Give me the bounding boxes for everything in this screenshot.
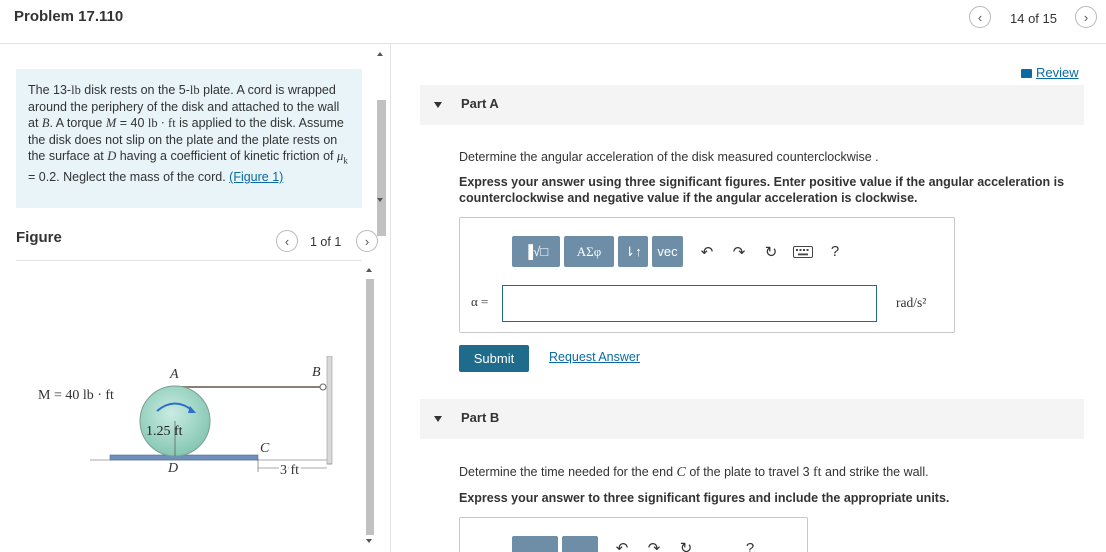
radius-label: 1.25 ft — [146, 424, 183, 439]
length-label: 3 ft — [280, 463, 299, 478]
greek-label: ΑΣφ — [576, 243, 602, 259]
part-a-answer-box: ▐√□ ΑΣφ ⇂↑ vec ↶ ↷ ↻ ? α = rad/s² — [459, 217, 955, 333]
part-b-question: Determine the time needed for the end C … — [459, 465, 929, 481]
label-b: B — [312, 365, 321, 380]
scroll-down-icon[interactable] — [377, 198, 383, 202]
problem-text: disk rests on the 5- — [80, 83, 190, 97]
keyboard-icon[interactable] — [791, 240, 815, 264]
part-a-instruction: Express your answer using three signific… — [459, 175, 1065, 205]
help-icon[interactable]: ? — [823, 240, 847, 264]
part-b-label: Part B — [461, 410, 500, 425]
divider — [16, 260, 362, 261]
problem-text: . A torque — [49, 116, 106, 130]
unit-lbft: lb · ft — [147, 116, 176, 130]
problem-text: having a coefficient of kinetic friction… — [116, 149, 337, 163]
attachment-point — [319, 383, 327, 391]
book-icon — [1021, 69, 1032, 78]
scroll-down-icon[interactable] — [366, 539, 372, 543]
wall — [326, 356, 333, 465]
figure-heading: Figure — [16, 229, 62, 246]
page-count: 14 of 15 — [1010, 11, 1057, 26]
scroll-thumb[interactable] — [377, 100, 386, 236]
part-b-header[interactable]: Part B — [420, 399, 1084, 439]
alpha-label: α = — [471, 294, 489, 309]
question-text: and strike the wall. — [821, 465, 929, 479]
label-d: D — [167, 461, 178, 476]
unit-ft: ft — [813, 465, 822, 480]
label-c: C — [260, 441, 270, 456]
vector-button[interactable]: vec — [652, 236, 683, 267]
problem-statement: The 13-lb disk rests on the 5-lb plate. … — [16, 69, 362, 208]
scroll-up-icon[interactable] — [366, 268, 372, 272]
part-b-instruction: Express your answer to three significant… — [459, 491, 950, 505]
problem-title: Problem 17.110 — [14, 8, 124, 25]
units-label: rad/s² — [896, 295, 927, 310]
redo-icon[interactable]: ↷ — [642, 536, 666, 552]
label-a: A — [169, 367, 179, 382]
part-b-answer-box: ↶ ↷ ↻ ? — [459, 517, 808, 552]
redo-icon[interactable]: ↷ — [727, 240, 751, 264]
unit-lb: lb — [71, 83, 81, 97]
part-a-question: Determine the angular acceleration of th… — [459, 150, 879, 164]
equation-toolbar: ▐√□ ΑΣφ ⇂↑ vec ↶ ↷ ↻ ? — [512, 236, 847, 267]
unit-lb: lb — [189, 83, 200, 97]
figure-count: 1 of 1 — [310, 235, 342, 249]
submit-button[interactable]: Submit — [459, 345, 529, 372]
chevron-left-icon: ‹ — [284, 233, 290, 249]
units-button[interactable] — [562, 536, 598, 552]
part-a-label: Part A — [461, 96, 499, 111]
collapse-triangle-icon — [434, 102, 442, 108]
undo-icon[interactable]: ↶ — [610, 536, 634, 552]
next-figure-button[interactable]: › — [356, 230, 378, 252]
reset-icon[interactable]: ↻ — [759, 240, 783, 264]
templates-icon: ▐√□ — [523, 244, 549, 259]
problem-scrollbar[interactable] — [374, 46, 386, 236]
reset-icon[interactable]: ↻ — [674, 536, 698, 552]
scroll-thumb[interactable] — [366, 279, 374, 535]
question-text: of the plate to travel 3 — [685, 465, 814, 479]
plate — [109, 454, 259, 461]
chevron-right-icon: › — [364, 233, 370, 249]
prev-problem-button[interactable]: ‹ — [969, 6, 991, 28]
torque-label: M = 40 lb · ft — [38, 388, 114, 403]
point-c: C — [676, 465, 686, 480]
keyboard-icon[interactable] — [706, 536, 730, 552]
help-icon[interactable]: ? — [738, 536, 762, 552]
chevron-right-icon: › — [1083, 9, 1089, 25]
arrows-icon: ⇂↑ — [624, 243, 642, 259]
angular-acceleration-input[interactable] — [502, 285, 877, 322]
point-d: D — [107, 149, 117, 163]
point-b: B — [41, 116, 50, 130]
figure-link[interactable]: (Figure 1) — [229, 170, 283, 184]
arrows-button[interactable]: ⇂↑ — [618, 236, 648, 267]
equation-toolbar: ↶ ↷ ↻ ? — [512, 536, 762, 552]
header: Problem 17.110 ‹ 14 of 15 › — [0, 0, 1106, 44]
problem-text: = 0.2. Neglect the mass of the cord. — [28, 170, 230, 184]
review-link[interactable]: Review — [1021, 65, 1079, 80]
prev-figure-button[interactable]: ‹ — [276, 230, 298, 252]
figure-diagram: M = 40 lb · ft A B C D 1.25 ft 3 ft — [38, 356, 333, 480]
problem-text: The 13- — [28, 83, 72, 97]
question-text: Determine the time needed for the end — [459, 465, 677, 479]
collapse-triangle-icon — [434, 416, 442, 422]
undo-icon[interactable]: ↶ — [695, 240, 719, 264]
templates-button[interactable] — [512, 536, 558, 552]
figure-scrollbar[interactable] — [362, 263, 376, 552]
scroll-up-icon[interactable] — [377, 52, 383, 56]
next-problem-button[interactable]: › — [1075, 6, 1097, 28]
subscript-k: k — [343, 155, 348, 166]
column-divider — [390, 44, 391, 552]
request-answer-link[interactable]: Request Answer — [549, 350, 640, 364]
problem-text: = 40 — [116, 116, 148, 130]
symbol-m: M — [105, 116, 117, 130]
greek-symbols-button[interactable]: ΑΣφ — [564, 236, 614, 267]
review-label: Review — [1036, 65, 1079, 80]
chevron-left-icon: ‹ — [977, 9, 983, 25]
vec-label: vec — [657, 244, 678, 259]
part-a-header[interactable]: Part A — [420, 85, 1084, 125]
templates-button[interactable]: ▐√□ — [512, 236, 560, 267]
